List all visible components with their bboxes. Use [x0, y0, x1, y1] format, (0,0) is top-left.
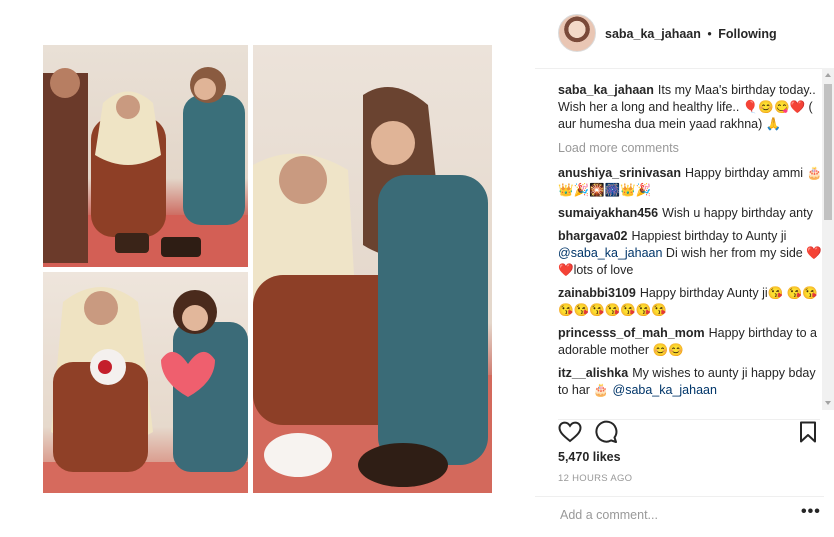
following-button[interactable]: Following: [718, 27, 776, 41]
comment-username[interactable]: zainabbi3109: [558, 286, 636, 300]
add-comment-bar: •••: [535, 496, 824, 537]
post-timestamp: 12 HOURS AGO: [558, 473, 633, 484]
post-header: saba_ka_jahaan • Following: [535, 0, 824, 69]
comment-text: Happiest birthday to Aunty ji: [631, 229, 787, 243]
comment-item: sumaiyakhan456 Wish u happy birthday anty: [558, 205, 823, 222]
comment-username[interactable]: bhargava02: [558, 229, 627, 243]
header-separator: •: [707, 27, 712, 41]
action-bar: [558, 419, 820, 448]
comment-item: zainabbi3109 Happy birthday Aunty ji😘 😘😘😘…: [558, 285, 823, 319]
comment-username[interactable]: anushiya_srinivasan: [558, 166, 681, 180]
comments-scrollbar[interactable]: [822, 68, 834, 410]
comment-bubble-icon[interactable]: [594, 420, 620, 446]
add-comment-input[interactable]: [558, 507, 782, 523]
comment-item: anushiya_srinivasan Happy birthday ammi 🎂…: [558, 165, 823, 199]
scroll-up-arrow-icon[interactable]: [825, 73, 831, 77]
load-more-comments-link[interactable]: Load more comments: [558, 140, 823, 157]
bookmark-icon[interactable]: [796, 420, 822, 446]
comment-item: itz__alishka My wishes to aunty ji happy …: [558, 365, 823, 399]
comment-text: Wish u happy birthday anty: [662, 206, 813, 220]
comment-username[interactable]: princesss_of_mah_mom: [558, 326, 705, 340]
family-photo-illustration: [43, 67, 248, 267]
header-username[interactable]: saba_ka_jahaan: [605, 27, 701, 41]
collage-photo-balloon: [43, 272, 248, 493]
comment-mention[interactable]: @saba_ka_jahaan: [558, 246, 662, 260]
collage-photo-family: [43, 45, 248, 267]
comment-item: bhargava02 Happiest birthday to Aunty ji …: [558, 228, 823, 279]
post-photo-area: [0, 0, 535, 536]
caption: saba_ka_jahaan Its my Maa's birthday toda…: [558, 82, 823, 133]
photo-collage[interactable]: [43, 45, 492, 493]
comments-list[interactable]: saba_ka_jahaan Its my Maa's birthday toda…: [558, 82, 823, 410]
collage-photo-cake-feeding: [253, 45, 492, 493]
heart-icon[interactable]: [558, 420, 584, 446]
more-options-button[interactable]: •••: [801, 503, 821, 521]
cake-photo-illustration: [253, 87, 492, 493]
comment-item: princesss_of_mah_mom Happy birthday to a …: [558, 325, 823, 359]
comment-username[interactable]: sumaiyakhan456: [558, 206, 658, 220]
header-text: saba_ka_jahaan • Following: [605, 27, 777, 41]
balloon-photo-illustration: [43, 287, 248, 493]
likes-count[interactable]: 5,470 likes: [558, 450, 621, 464]
caption-username[interactable]: saba_ka_jahaan: [558, 83, 654, 97]
comment-username[interactable]: itz__alishka: [558, 366, 628, 380]
avatar[interactable]: [558, 14, 596, 52]
comment-mention[interactable]: @saba_ka_jahaan: [613, 383, 717, 397]
scroll-thumb[interactable]: [824, 84, 832, 220]
scroll-down-arrow-icon[interactable]: [825, 401, 831, 405]
